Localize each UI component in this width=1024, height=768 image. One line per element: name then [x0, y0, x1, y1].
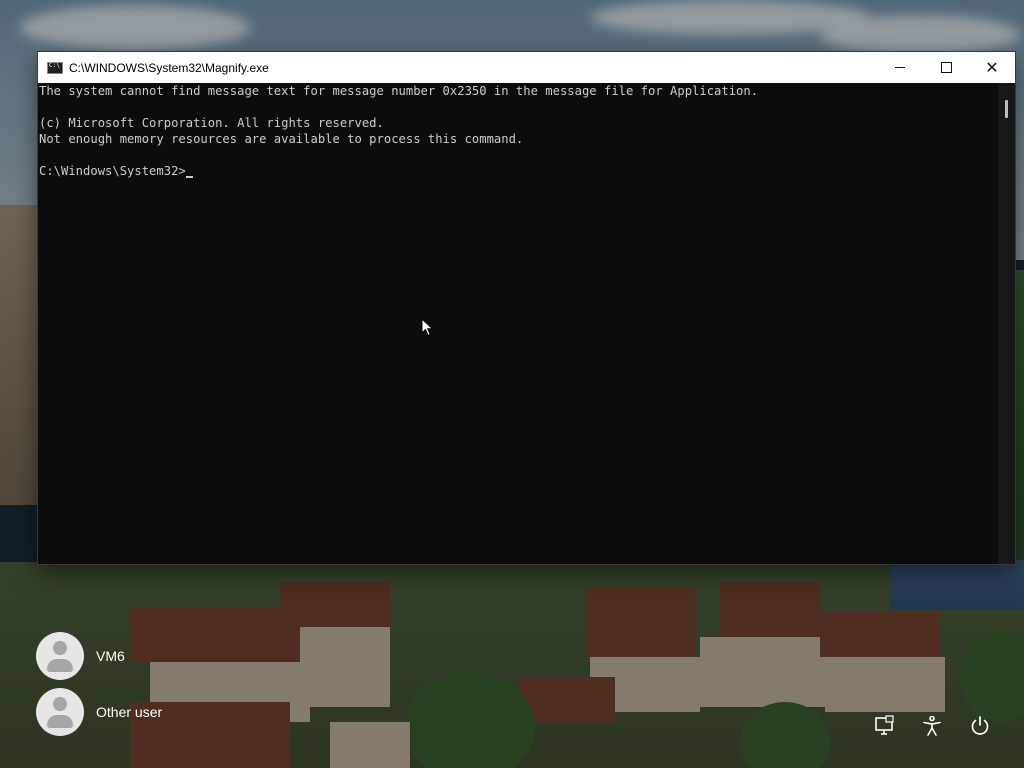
console-line: (c) Microsoft Corporation. All rights re… — [39, 116, 384, 130]
console-line: Not enough memory resources are availabl… — [39, 132, 524, 146]
close-icon: ✕ — [985, 57, 999, 77]
minimize-icon — [895, 67, 905, 68]
console-window[interactable]: C:\WINDOWS\System32\Magnify.exe ✕ The sy… — [38, 52, 1015, 564]
power-icon[interactable] — [968, 714, 992, 738]
window-title: C:\WINDOWS\System32\Magnify.exe — [69, 60, 269, 75]
network-icon[interactable] — [872, 714, 896, 738]
maximize-button[interactable] — [923, 52, 969, 83]
user-avatar-icon — [36, 688, 84, 736]
user-name: VM6 — [96, 648, 125, 664]
console-output[interactable]: The system cannot find message text for … — [38, 83, 998, 564]
scrollbar-thumb[interactable] — [1005, 100, 1008, 118]
user-tile-vm6[interactable]: VM6 — [36, 632, 125, 680]
vertical-scrollbar[interactable] — [998, 83, 1015, 564]
command-prompt: C:\Windows\System32> — [39, 164, 186, 178]
accessibility-icon[interactable] — [920, 714, 944, 738]
minimize-button[interactable] — [877, 52, 923, 83]
user-avatar-icon — [36, 632, 84, 680]
maximize-icon — [940, 62, 952, 73]
text-cursor — [185, 176, 193, 178]
close-button[interactable]: ✕ — [969, 52, 1015, 83]
user-tile-other-user[interactable]: Other user — [36, 688, 162, 736]
title-bar[interactable]: C:\WINDOWS\System32\Magnify.exe ✕ — [38, 52, 1015, 83]
console-line: The system cannot find message text for … — [39, 84, 759, 98]
command-prompt-line[interactable]: C:\Windows\System32> — [39, 163, 998, 179]
console-app-icon[interactable] — [47, 61, 63, 74]
mouse-pointer-icon — [421, 318, 434, 337]
user-name: Other user — [96, 704, 163, 720]
